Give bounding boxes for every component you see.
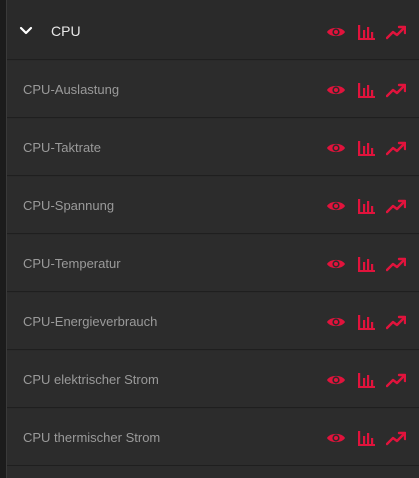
trend-icon[interactable] (386, 80, 406, 100)
bar-chart-icon[interactable] (356, 428, 376, 448)
eye-icon[interactable] (326, 370, 346, 390)
sensor-row[interactable]: CPU-Spannung (7, 177, 419, 234)
trend-icon[interactable] (386, 370, 406, 390)
bar-chart-icon[interactable] (356, 138, 376, 158)
chevron-down-icon[interactable] (19, 24, 33, 38)
eye-icon[interactable] (326, 80, 346, 100)
next-row-edge (7, 466, 419, 478)
bar-chart-icon[interactable] (356, 254, 376, 274)
bar-chart-icon[interactable] (356, 80, 376, 100)
bar-chart-icon[interactable] (356, 196, 376, 216)
row-actions (326, 79, 406, 101)
row-actions (326, 311, 406, 333)
group-title: CPU (51, 23, 81, 39)
trend-icon[interactable] (386, 312, 406, 332)
group-header-cpu[interactable]: CPU (7, 2, 419, 60)
sensor-row[interactable]: CPU-Energieverbrauch (7, 293, 419, 350)
trend-icon[interactable] (386, 254, 406, 274)
sensor-label: CPU-Energieverbrauch (23, 314, 158, 329)
sensor-label: CPU-Temperatur (23, 256, 121, 271)
sensor-row[interactable]: CPU elektrischer Strom (7, 351, 419, 408)
eye-icon[interactable] (326, 22, 346, 42)
bar-chart-icon[interactable] (356, 370, 376, 390)
bar-chart-icon[interactable] (356, 312, 376, 332)
eye-icon[interactable] (326, 254, 346, 274)
row-actions (326, 253, 406, 275)
eye-icon[interactable] (326, 138, 346, 158)
row-actions (326, 137, 406, 159)
eye-icon[interactable] (326, 312, 346, 332)
group-actions (326, 21, 406, 43)
trend-icon[interactable] (386, 196, 406, 216)
eye-icon[interactable] (326, 196, 346, 216)
trend-icon[interactable] (386, 428, 406, 448)
row-actions (326, 369, 406, 391)
sensor-row[interactable]: CPU thermischer Strom (7, 409, 419, 466)
trend-icon[interactable] (386, 138, 406, 158)
sensor-label: CPU-Taktrate (23, 140, 102, 155)
sensor-panel: CPU CPU-Auslastung CPU-Taktrate CPU-Span… (6, 0, 419, 478)
sensor-label: CPU thermischer Strom (23, 430, 161, 445)
row-actions (326, 427, 406, 449)
sensor-row[interactable]: CPU-Auslastung (7, 61, 419, 118)
sensor-label: CPU elektrischer Strom (23, 372, 159, 387)
sensor-label: CPU-Auslastung (23, 82, 120, 97)
sensor-row[interactable]: CPU-Taktrate (7, 119, 419, 176)
sensor-label: CPU-Spannung (23, 198, 115, 213)
trend-icon[interactable] (386, 22, 406, 42)
row-actions (326, 195, 406, 217)
eye-icon[interactable] (326, 428, 346, 448)
bar-chart-icon[interactable] (356, 22, 376, 42)
sensor-row[interactable]: CPU-Temperatur (7, 235, 419, 292)
